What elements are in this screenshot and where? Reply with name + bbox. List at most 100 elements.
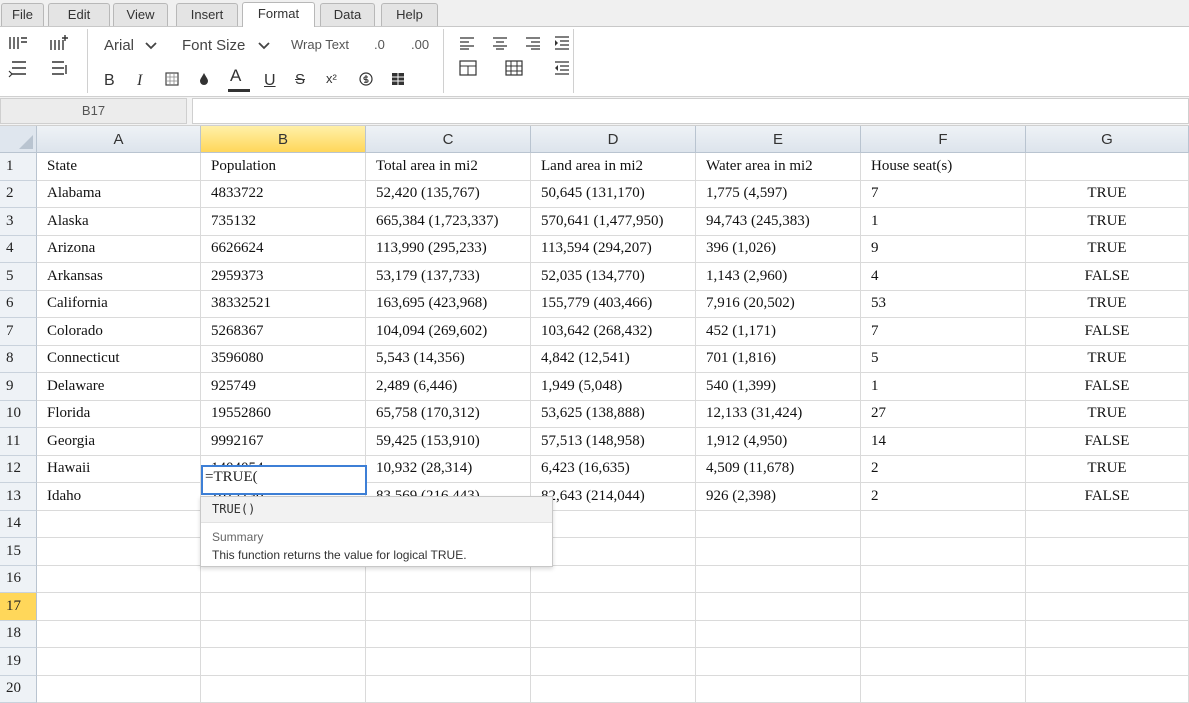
cell-b18[interactable] [201,620,366,648]
cell-g18[interactable] [1026,620,1189,648]
cell-f3[interactable]: 1 [861,208,1026,236]
cell-d15[interactable] [531,538,696,566]
cell-b3[interactable]: 735132 [201,208,366,236]
row-header-8[interactable]: 8 [0,345,37,373]
cell-e12[interactable]: 4,509 (11,678) [696,455,861,483]
cell-d10[interactable]: 53,625 (138,888) [531,400,696,428]
cell-d2[interactable]: 50,645 (131,170) [531,180,696,208]
delete-row-icon[interactable] [7,58,29,80]
cell-b1[interactable]: Population [201,153,366,181]
cell-f15[interactable] [861,538,1026,566]
cell-d12[interactable]: 6,423 (16,635) [531,455,696,483]
row-header-6[interactable]: 6 [0,290,37,318]
cell-e1[interactable]: Water area in mi2 [696,153,861,181]
cell-g9[interactable]: FALSE [1026,373,1189,401]
cell-g2[interactable]: TRUE [1026,180,1189,208]
cell-b6[interactable]: 38332521 [201,290,366,318]
row-header-16[interactable]: 16 [0,565,37,593]
cell-d14[interactable] [531,510,696,538]
cell-reference-box[interactable]: B17 [0,98,187,124]
cell-d3[interactable]: 570,641 (1,477,950) [531,208,696,236]
row-header-5[interactable]: 5 [0,263,37,291]
tab-help[interactable]: Help [381,3,438,26]
chevron-down-icon[interactable] [253,35,275,57]
superscript-button[interactable]: x² [326,71,337,86]
font-name-select[interactable]: Arial [104,37,134,54]
cell-f19[interactable] [861,648,1026,676]
cell-d6[interactable]: 155,779 (403,466) [531,290,696,318]
outdent-icon[interactable] [551,57,573,79]
cell-a2[interactable]: Alabama [37,180,201,208]
cell-a18[interactable] [37,620,201,648]
cell-d4[interactable]: 113,594 (294,207) [531,235,696,263]
row-header-19[interactable]: 19 [0,648,37,676]
currency-icon[interactable] [355,68,377,90]
indent-icon[interactable] [551,32,573,54]
cell-f12[interactable]: 2 [861,455,1026,483]
cell-g10[interactable]: TRUE [1026,400,1189,428]
cell-c20[interactable] [366,675,531,703]
cell-d7[interactable]: 103,642 (268,432) [531,318,696,346]
delete-column-icon[interactable] [48,58,70,80]
cell-g16[interactable] [1026,565,1189,593]
font-size-select[interactable]: Font Size [182,37,245,54]
cell-g11[interactable]: FALSE [1026,428,1189,456]
cell-e17[interactable] [696,593,861,621]
cell-c4[interactable]: 113,990 (295,233) [366,235,531,263]
column-header-e[interactable]: E [696,126,861,153]
cell-e19[interactable] [696,648,861,676]
table-grid-icon[interactable] [503,57,525,79]
cell-d17[interactable] [531,593,696,621]
cell-a6[interactable]: California [37,290,201,318]
row-header-18[interactable]: 18 [0,620,37,648]
cell-e10[interactable]: 12,133 (31,424) [696,400,861,428]
tab-format[interactable]: Format [242,2,315,27]
cell-b4[interactable]: 6626624 [201,235,366,263]
cell-c5[interactable]: 53,179 (137,733) [366,263,531,291]
row-header-9[interactable]: 9 [0,373,37,401]
cell-a14[interactable] [37,510,201,538]
cell-c1[interactable]: Total area in mi2 [366,153,531,181]
cell-c18[interactable] [366,620,531,648]
insert-column-icon[interactable] [48,32,70,54]
cell-g12[interactable]: TRUE [1026,455,1189,483]
cell-f18[interactable] [861,620,1026,648]
cell-d13[interactable]: 82,643 (214,044) [531,483,696,511]
cell-a1[interactable]: State [37,153,201,181]
increase-decimal-button[interactable]: .00 [411,37,429,52]
cell-g7[interactable]: FALSE [1026,318,1189,346]
cell-b5[interactable]: 2959373 [201,263,366,291]
cell-d20[interactable] [531,675,696,703]
cell-a19[interactable] [37,648,201,676]
tab-view[interactable]: View [113,3,168,26]
cell-b19[interactable] [201,648,366,676]
column-header-a[interactable]: A [37,126,201,153]
cell-e20[interactable] [696,675,861,703]
row-header-17[interactable]: 17 [0,593,37,621]
cell-b11[interactable]: 9992167 [201,428,366,456]
cell-c12[interactable]: 10,932 (28,314) [366,455,531,483]
cell-f9[interactable]: 1 [861,373,1026,401]
cell-e7[interactable]: 452 (1,171) [696,318,861,346]
cell-f11[interactable]: 14 [861,428,1026,456]
tab-insert[interactable]: Insert [176,3,238,26]
cell-e8[interactable]: 701 (1,816) [696,345,861,373]
cell-f13[interactable]: 2 [861,483,1026,511]
formula-input[interactable] [192,98,1189,124]
cell-c17[interactable] [366,593,531,621]
cell-g5[interactable]: FALSE [1026,263,1189,291]
cell-f8[interactable]: 5 [861,345,1026,373]
row-header-20[interactable]: 20 [0,675,37,703]
select-all-corner[interactable] [0,126,37,153]
row-header-15[interactable]: 15 [0,538,37,566]
column-header-f[interactable]: F [861,126,1026,153]
cell-b9[interactable]: 925749 [201,373,366,401]
cell-f7[interactable]: 7 [861,318,1026,346]
cell-a17[interactable] [37,593,201,621]
cell-b16[interactable] [201,565,366,593]
cell-c8[interactable]: 5,543 (14,356) [366,345,531,373]
tab-data[interactable]: Data [320,3,375,26]
cell-f4[interactable]: 9 [861,235,1026,263]
row-header-14[interactable]: 14 [0,510,37,538]
cell-g4[interactable]: TRUE [1026,235,1189,263]
